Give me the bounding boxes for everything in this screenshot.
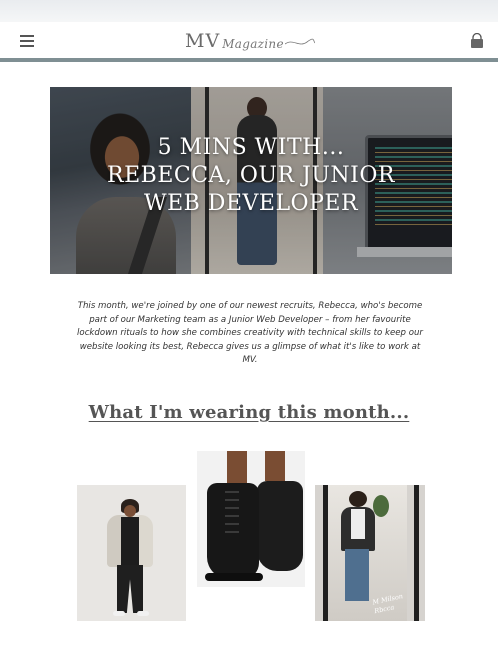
logo-mv: MV	[185, 30, 221, 52]
outfit-laces	[225, 491, 239, 539]
site-logo[interactable]: MV Magazine	[185, 28, 315, 54]
outfit-boot	[257, 481, 303, 571]
menu-button[interactable]	[20, 35, 34, 47]
hamburger-menu-icon	[20, 45, 34, 47]
outfit-leg	[227, 451, 247, 485]
hero-banner[interactable]: 5 MINS WITH... REBECCA, OUR JUNIOR WEB D…	[50, 87, 452, 274]
outfit-shirt	[351, 509, 365, 539]
outfit-image-boots[interactable]	[197, 451, 305, 587]
browser-top-strip	[0, 0, 498, 24]
outfit-leg	[265, 451, 285, 481]
header-divider	[0, 58, 498, 62]
intro-paragraph: This month, we're joined by one of our n…	[77, 301, 423, 365]
hero-title: 5 MINS WITH... REBECCA, OUR JUNIOR WEB D…	[50, 134, 452, 218]
outfit-sole	[205, 573, 263, 581]
hamburger-menu-icon	[20, 40, 34, 42]
outfit-shoe	[137, 611, 149, 616]
outfit-face	[124, 505, 136, 517]
section-heading[interactable]: What I'm wearing this month...	[0, 402, 498, 423]
outfit-image-mirror-selfie[interactable]: M Milson Rbcca	[315, 485, 425, 621]
hero-title-line: WEB DEVELOPER	[143, 191, 359, 216]
logo-swash-icon	[285, 38, 315, 45]
outfit-top	[121, 517, 139, 565]
outfit-shoe	[113, 611, 125, 616]
outfit-jeans	[345, 549, 369, 601]
logo-magazine: Magazine	[222, 37, 284, 51]
outfit-plant	[373, 495, 389, 517]
hero-title-line: REBECCA, OUR JUNIOR	[107, 163, 395, 188]
outfit-hair	[349, 491, 367, 507]
outfit-trousers	[117, 565, 143, 613]
hero-title-line: 5 MINS WITH...	[157, 135, 345, 160]
shopping-bag-icon	[471, 32, 483, 48]
outfit-image-jacket[interactable]	[77, 485, 186, 621]
cart-button[interactable]	[469, 32, 485, 49]
hamburger-menu-icon	[20, 35, 34, 37]
